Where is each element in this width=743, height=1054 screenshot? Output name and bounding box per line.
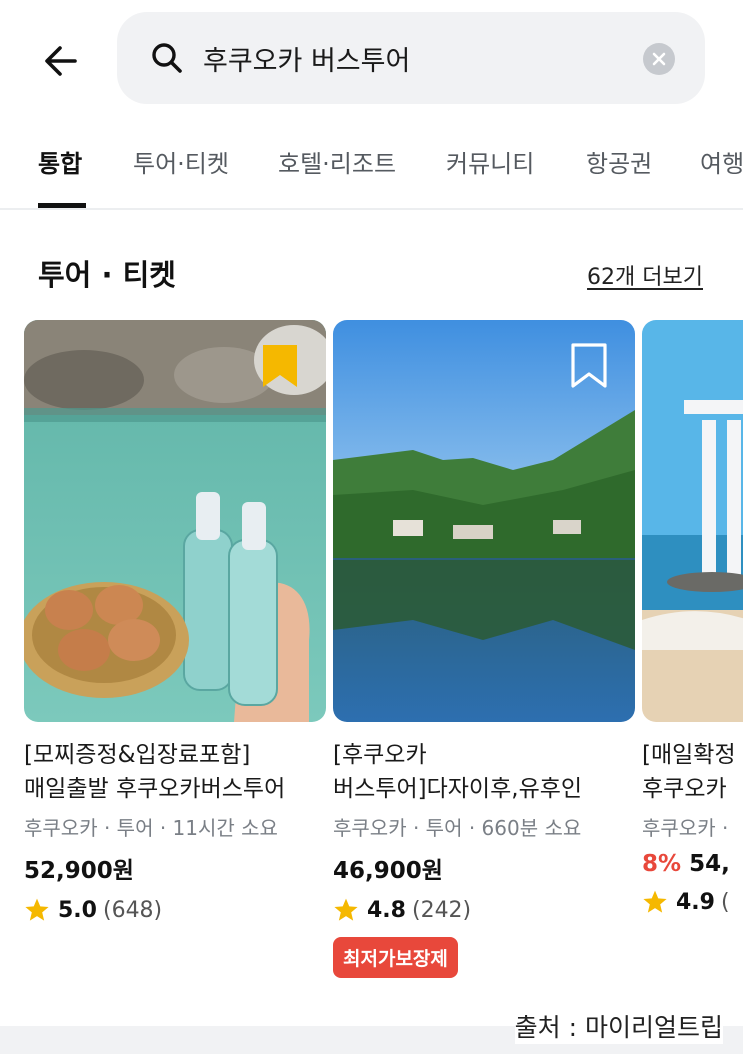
active-tab-indicator: [38, 203, 86, 208]
product-meta: 후쿠오카 ·: [642, 816, 729, 840]
product-card[interactable]: [후쿠오카 버스투어]다자이후,유후인 후쿠오카 · 투어 · 660분 소요 …: [333, 320, 635, 978]
product-rating: 4.9 (: [642, 889, 743, 915]
product-card[interactable]: [모찌증정&입장료포함] 매일출발 후쿠오카버스투어 후쿠오카 · 투어 · 1…: [24, 320, 326, 923]
image-source-caption: 출처 : 마이리얼트립: [514, 1008, 723, 1044]
product-image: [642, 320, 743, 722]
tab-hotel-resort[interactable]: 호텔·리조트: [278, 144, 396, 179]
star-icon: [334, 898, 358, 921]
clear-search-button[interactable]: [643, 43, 675, 75]
product-rating: 4.8 (242): [333, 897, 635, 923]
tab-tour-ticket[interactable]: 투어·티켓: [133, 144, 229, 179]
tab-all[interactable]: 통합: [38, 144, 82, 179]
tab-travel[interactable]: 여행: [700, 144, 743, 179]
lowest-price-badge: 최저가보장제: [333, 937, 458, 978]
product-title: [매일확정 후쿠오카: [642, 742, 736, 802]
search-icon: [152, 43, 182, 73]
search-bar[interactable]: [117, 12, 705, 104]
product-image: [333, 320, 635, 722]
product-meta: 후쿠오카 · 투어 · 11시간 소요: [24, 816, 278, 840]
product-price: 52,900원: [24, 858, 134, 884]
see-more-link[interactable]: 62개 더보기: [587, 259, 703, 291]
star-icon: [643, 890, 667, 913]
section-title: 투어 · 티켓: [38, 258, 176, 292]
close-icon: [652, 52, 666, 66]
product-price: 8% 54,: [642, 851, 730, 877]
product-price: 46,900원: [333, 858, 443, 884]
search-input[interactable]: [203, 34, 623, 82]
tab-flights[interactable]: 항공권: [586, 144, 652, 179]
star-icon: [25, 898, 49, 921]
product-rating: 5.0 (648): [24, 897, 326, 923]
product-title: [모찌증정&입장료포함] 매일출발 후쿠오카버스투어: [24, 742, 286, 802]
bookmark-icon[interactable]: [569, 342, 609, 390]
back-button[interactable]: [38, 38, 84, 84]
discount-rate: 8%: [642, 851, 682, 877]
tab-community[interactable]: 커뮤니티: [446, 144, 534, 179]
bookmark-filled-icon[interactable]: [260, 342, 300, 390]
search-header: [0, 0, 743, 120]
product-meta: 후쿠오카 · 투어 · 660분 소요: [333, 816, 582, 840]
product-image: [24, 320, 326, 722]
product-title: [후쿠오카 버스투어]다자이후,유후인: [333, 742, 583, 802]
category-tabs: 통합 투어·티켓 호텔·리조트 커뮤니티 항공권 여행: [0, 120, 743, 210]
arrow-left-icon: [45, 46, 77, 76]
product-card[interactable]: [매일확정 후쿠오카 후쿠오카 · 8% 54, 4.9 (: [642, 320, 743, 915]
